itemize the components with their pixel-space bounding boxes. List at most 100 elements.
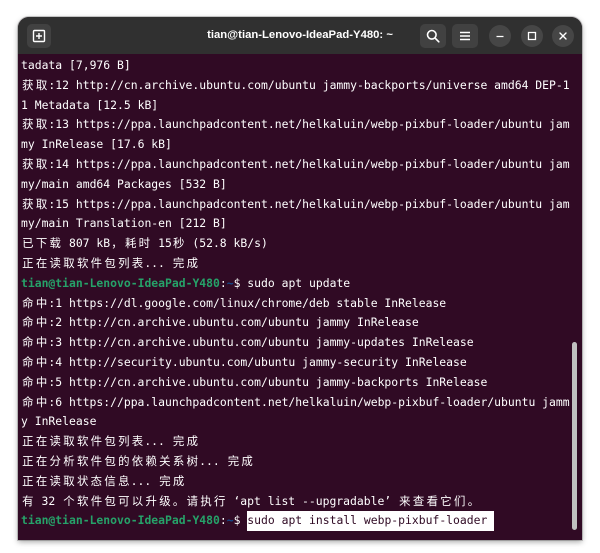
wide-glyph: 软 <box>76 255 89 270</box>
wide-glyph: 分 <box>49 453 61 468</box>
menu-button[interactable] <box>452 24 478 48</box>
wide-glyph: 升 <box>145 493 157 508</box>
icon-glyph <box>426 29 440 43</box>
wide-glyph: 状 <box>76 473 89 488</box>
search-button[interactable] <box>420 24 446 48</box>
wide-glyph: 依 <box>131 453 144 468</box>
wide-glyph: 们 <box>453 493 466 508</box>
terminal-line: tadata [7,976 B] <box>21 58 131 72</box>
terminal-line: 正在读取状态信息... 完成 <box>21 472 573 492</box>
search-icon <box>426 29 440 43</box>
new-tab-button[interactable] <box>27 24 51 48</box>
wide-glyph: 表 <box>131 434 144 449</box>
wide-glyph: 命 <box>22 315 34 330</box>
maximize-button[interactable] <box>521 25 543 47</box>
wide-glyph: 成 <box>241 453 253 468</box>
wide-glyph: 表 <box>131 255 144 270</box>
terminal-output: tadata [7,976 B] 获取:12 http://cn.archive… <box>21 56 573 536</box>
terminal-line: 命中:2 http://cn.archive.ubuntu.com/ubuntu… <box>21 313 573 333</box>
wide-glyph: 在 <box>35 473 48 488</box>
wide-glyph: 查 <box>412 493 425 508</box>
scrollbar-thumb[interactable] <box>572 342 577 530</box>
wide-glyph: 中 <box>35 394 48 409</box>
wide-glyph: 正 <box>22 434 34 449</box>
wide-glyph: 命 <box>22 394 34 409</box>
wide-glyph: 在 <box>35 255 48 270</box>
command-text[interactable]: sudo apt install webp-pixbuf-loader <box>247 511 488 532</box>
wide-glyph: 完 <box>172 434 185 449</box>
prompt-symbol: $ <box>233 513 241 528</box>
wide-glyph: 正 <box>22 453 34 468</box>
wide-glyph: 列 <box>118 255 130 270</box>
terminal-line: 命中:1 https://dl.google.com/linux/chrome/… <box>21 294 573 314</box>
wide-glyph: 取 <box>35 117 48 132</box>
wide-glyph: 息 <box>118 473 130 488</box>
wide-glyph: 读 <box>49 473 61 488</box>
prompt-user-host: tian@tian-Lenovo-IdeaPad-Y480 <box>21 513 220 528</box>
terminal-line: 获取:14 https://ppa.launchpadcontent.net/h… <box>21 155 573 175</box>
wide-glyph: 软 <box>76 493 89 508</box>
terminal-line: 正在读取软件包列表... 完成 <box>21 254 573 274</box>
wide-glyph: 中 <box>35 335 48 350</box>
wide-glyph: 获 <box>22 196 34 211</box>
wide-glyph: 系 <box>172 453 185 468</box>
wide-glyph: 软 <box>76 434 89 449</box>
terminal-line: 正在分析软件包的依赖关系树... 完成 <box>21 452 573 472</box>
wide-glyph: 赖 <box>145 453 157 468</box>
close-button[interactable] <box>552 25 574 47</box>
minimize-button[interactable] <box>489 25 511 47</box>
wide-glyph: 获 <box>22 156 34 171</box>
wide-glyph: 取 <box>63 473 75 488</box>
prompt-cwd: ~ <box>226 275 234 290</box>
wide-glyph: 件 <box>90 493 103 508</box>
icon-glyph <box>527 31 537 41</box>
wide-glyph: 来 <box>399 493 411 508</box>
wide-glyph: 执 <box>200 493 212 508</box>
close-icon <box>559 32 567 40</box>
wide-glyph: 。 <box>467 493 480 508</box>
wide-glyph: 中 <box>35 374 48 389</box>
wide-glyph: 获 <box>22 77 34 92</box>
wide-glyph: 下 <box>35 236 48 251</box>
terminal-cursor <box>487 511 495 532</box>
wide-glyph: 软 <box>76 453 89 468</box>
wide-glyph: 命 <box>22 335 34 350</box>
wide-glyph: 命 <box>22 295 34 310</box>
wide-glyph: 件 <box>90 434 103 449</box>
wide-glyph: 取 <box>35 77 48 92</box>
command-text: sudo apt update <box>247 275 351 290</box>
wide-glyph: 在 <box>35 453 48 468</box>
prompt-cwd: ~ <box>226 513 234 528</box>
icon-glyph <box>460 31 470 41</box>
wide-glyph: 件 <box>90 453 103 468</box>
wide-glyph: 读 <box>49 255 61 270</box>
terminal-line: 已下载 807 kB，耗时 15秒 (52.8 kB/s) <box>21 234 573 254</box>
terminal-line: 获取:15 https://ppa.launchpadcontent.net/h… <box>21 195 573 215</box>
wide-glyph: 获 <box>22 117 34 132</box>
terminal-line: 命中:6 https://ppa.launchpadcontent.net/he… <box>21 393 573 413</box>
headerbar[interactable]: tian@tian-Lenovo-IdeaPad-Y480: ~ <box>18 17 582 54</box>
wide-glyph: 态 <box>90 473 103 488</box>
wide-glyph: 取 <box>35 196 48 211</box>
wide-glyph: 行 <box>214 493 226 508</box>
wide-glyph: 命 <box>22 354 34 369</box>
wide-glyph: 。 <box>172 493 185 508</box>
wide-glyph: 正 <box>22 255 34 270</box>
wide-glyph: 取 <box>63 434 75 449</box>
terminal-window: tian@tian-Lenovo-IdeaPad-Y480: ~ tadata … <box>18 17 582 540</box>
wide-glyph: 载 <box>49 236 61 251</box>
prompt-symbol: $ <box>233 275 241 290</box>
wide-glyph: 中 <box>35 315 48 330</box>
wide-glyph: 完 <box>172 255 185 270</box>
wide-glyph: ， <box>111 236 123 251</box>
terminal-view[interactable]: tadata [7,976 B] 获取:12 http://cn.archive… <box>18 54 582 540</box>
wide-glyph: 它 <box>440 493 452 508</box>
hamburger-menu-icon <box>460 31 470 41</box>
terminal-prompt-line: tian@tian-Lenovo-IdeaPad-Y480 : ~ $ sudo… <box>21 274 573 294</box>
icon-glyph <box>32 29 46 43</box>
wide-glyph: 正 <box>22 473 34 488</box>
terminal-line: y InRelease <box>21 414 97 429</box>
wide-glyph: 耗 <box>124 236 137 251</box>
wide-glyph: 关 <box>159 453 171 468</box>
terminal-line: my/main Translation-en [212 B] <box>21 216 227 231</box>
